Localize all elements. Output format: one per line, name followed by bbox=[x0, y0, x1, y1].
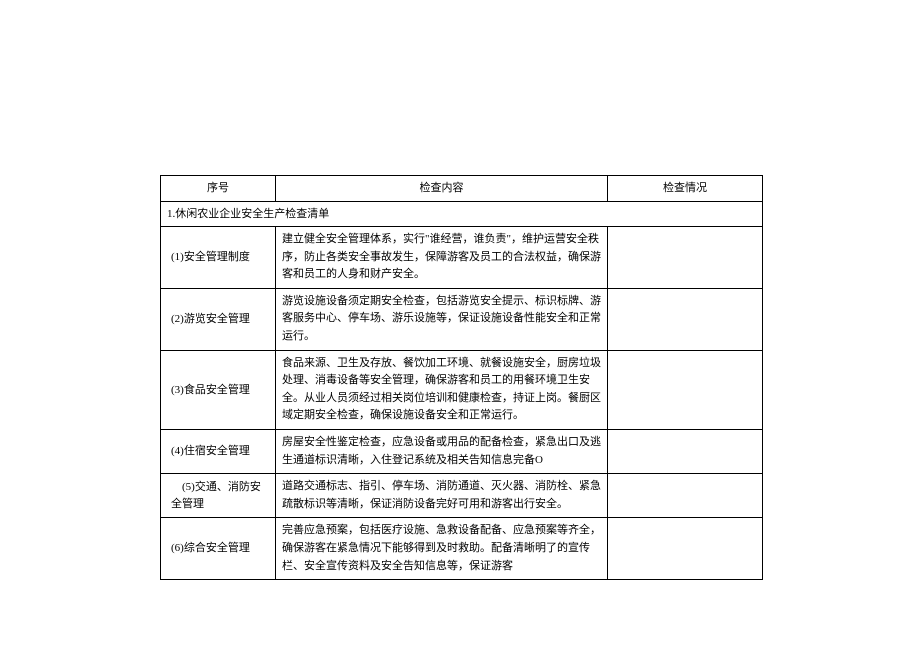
row-status bbox=[608, 429, 763, 473]
row-status bbox=[608, 474, 763, 518]
row-label: (4)住宿安全管理 bbox=[161, 429, 276, 473]
table-row: (3)食品安全管理 食品来源、卫生及存放、餐饮加工环境、就餐设施安全，厨房垃圾处… bbox=[161, 350, 763, 429]
row-label: (5)交通、消防安全管理 bbox=[161, 474, 276, 518]
checklist-table-wrapper: 序号 检查内容 检查情况 1.休闲农业企业安全生产检查清单 (1)安全管理制度 … bbox=[160, 175, 762, 580]
section-title: 1.休闲农业企业安全生产检查清单 bbox=[161, 201, 763, 227]
row-label: (1)安全管理制度 bbox=[161, 227, 276, 289]
row-content: 房屋安全性鉴定检查，应急设备或用品的配备检查，紧急出口及逃生通道标识清晰，入住登… bbox=[276, 429, 608, 473]
row-status bbox=[608, 350, 763, 429]
table-row: (1)安全管理制度 建立健全安全管理体系，实行"谁经营，谁负责"，维护运营安全秩… bbox=[161, 227, 763, 289]
table-header-row: 序号 检查内容 检查情况 bbox=[161, 176, 763, 202]
row-content: 建立健全安全管理体系，实行"谁经营，谁负责"，维护运营安全秩序，防止各类安全事故… bbox=[276, 227, 608, 289]
row-status bbox=[608, 227, 763, 289]
header-col3: 检查情况 bbox=[608, 176, 763, 202]
row-label: (3)食品安全管理 bbox=[161, 350, 276, 429]
table-row: (4)住宿安全管理 房屋安全性鉴定检查，应急设备或用品的配备检查，紧急出口及逃生… bbox=[161, 429, 763, 473]
table-row: (2)游览安全管理 游览设施设备须定期安全检查，包括游览安全提示、标识标牌、游客… bbox=[161, 288, 763, 350]
row-label: (6)综合安全管理 bbox=[161, 518, 276, 580]
table-row: (5)交通、消防安全管理 道路交通标志、指引、停车场、消防通道、灭火器、消防栓、… bbox=[161, 474, 763, 518]
table-row: (6)综合安全管理 完善应急预案，包括医疗设施、急救设备配备、应急预案等齐全，确… bbox=[161, 518, 763, 580]
row-label: (2)游览安全管理 bbox=[161, 288, 276, 350]
header-col1: 序号 bbox=[161, 176, 276, 202]
row-status bbox=[608, 288, 763, 350]
row-content: 完善应急预案，包括医疗设施、急救设备配备、应急预案等齐全，确保游客在紧急情况下能… bbox=[276, 518, 608, 580]
header-col2: 检查内容 bbox=[276, 176, 608, 202]
row-content: 道路交通标志、指引、停车场、消防通道、灭火器、消防栓、紧急疏散标识等清晰，保证消… bbox=[276, 474, 608, 518]
row-content: 食品来源、卫生及存放、餐饮加工环境、就餐设施安全，厨房垃圾处理、消毒设备等安全管… bbox=[276, 350, 608, 429]
section-header-row: 1.休闲农业企业安全生产检查清单 bbox=[161, 201, 763, 227]
row-status bbox=[608, 518, 763, 580]
checklist-table: 序号 检查内容 检查情况 1.休闲农业企业安全生产检查清单 (1)安全管理制度 … bbox=[160, 175, 763, 580]
row-content: 游览设施设备须定期安全检查，包括游览安全提示、标识标牌、游客服务中心、停车场、游… bbox=[276, 288, 608, 350]
